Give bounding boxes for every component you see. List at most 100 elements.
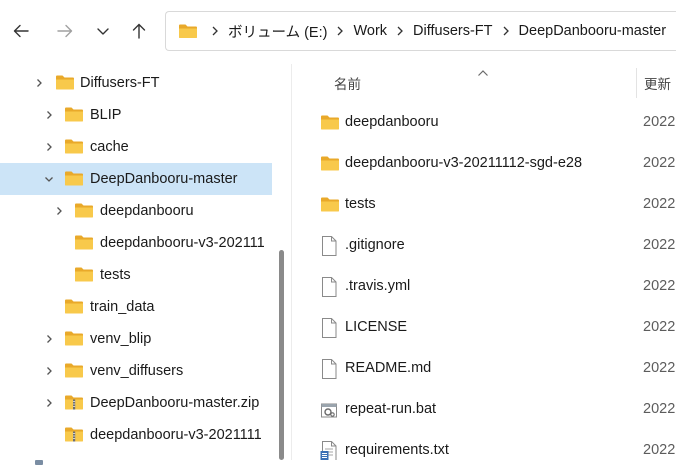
tree-item[interactable]: BLIP [0,99,272,131]
breadcrumb-separator-icon[interactable] [211,26,219,36]
file-name: LICENSE [345,319,408,335]
file-row[interactable]: README.md 2022 [292,352,676,386]
batch-file-icon [320,399,338,426]
column-resize-handle[interactable] [636,68,637,98]
tree-item-label: DeepDanbooru-master.zip [90,395,260,411]
tree-item[interactable]: tests [0,259,272,291]
column-header-date-modified[interactable]: 更新 [644,73,671,93]
document-icon [320,276,338,303]
navigation-bar: ボリューム (E:) Work Diffusers-FT DeepDanboor… [0,0,676,64]
tree-item-label: deepdanbooru-v3-202111 [100,235,265,251]
file-name: repeat-run.bat [345,401,437,417]
text-file-icon [320,440,338,460]
sort-ascending-icon [477,64,489,82]
file-name: tests [345,196,376,212]
tree-item[interactable]: deepdanbooru-v3-202111 [0,227,272,259]
file-name: .travis.yml [345,278,411,294]
arrow-up-icon [132,23,146,39]
file-date-modified: 2022 [643,401,676,417]
document-icon [320,317,338,344]
breadcrumb-separator-icon[interactable] [396,26,404,36]
breadcrumb-separator-icon[interactable] [336,26,344,36]
document-icon [320,358,338,385]
tree-item[interactable]: deepdanbooru-v3-2021111 [0,419,272,451]
file-date-modified: 2022 [643,278,676,294]
folder-icon [320,196,340,218]
folder-icon [64,330,84,352]
file-name: deepdanbooru [345,114,439,130]
file-name: README.md [345,360,432,376]
file-name: deepdanbooru-v3-20211112-sgd-e28 [345,155,583,171]
chevron-right-icon[interactable] [43,109,55,121]
folder-icon [320,155,340,177]
tree-item[interactable]: Diffusers-FT [0,67,272,99]
tree-item-label: deepdanbooru [100,203,194,219]
folder-icon [64,298,84,320]
forward-button[interactable] [50,16,80,46]
tree-item-label: train_data [90,299,155,315]
tree-item[interactable]: train_data [0,291,272,323]
folder-icon [64,362,84,384]
file-row[interactable]: deepdanbooru-v3-20211112-sgd-e28 2022 [292,147,676,181]
up-button[interactable] [124,16,154,46]
tree-item[interactable]: DeepDanbooru-master [0,163,272,195]
file-row[interactable]: .gitignore 2022 [292,229,676,263]
column-header-name[interactable]: 名前 [334,73,361,93]
file-row[interactable]: requirements.txt 2022 [292,434,676,460]
tree-item[interactable]: deepdanbooru [0,195,272,227]
tree-item-label: venv_diffusers [90,363,184,379]
file-row[interactable]: LICENSE 2022 [292,311,676,345]
file-date-modified: 2022 [643,442,676,458]
tree-item-label: DeepDanbooru-master [90,171,238,187]
file-name: requirements.txt [345,442,449,458]
tree-item-label: cache [90,139,129,155]
back-button[interactable] [6,16,36,46]
chevron-right-icon[interactable] [43,397,55,409]
tree-item[interactable]: venv_blip [0,323,272,355]
file-row[interactable]: tests 2022 [292,188,676,222]
file-row[interactable]: deepdanbooru 2022 [292,106,676,140]
folder-icon [55,74,75,96]
address-bar[interactable]: ボリューム (E:) Work Diffusers-FT DeepDanboor… [165,11,676,51]
tree-item-label: tests [100,267,131,283]
breadcrumb-diffusers-ft[interactable]: Diffusers-FT [413,23,493,39]
file-date-modified: 2022 [643,114,676,130]
folder-icon [74,234,94,256]
folder-icon [64,138,84,160]
chevron-right-icon[interactable] [53,205,65,217]
arrow-left-icon [13,24,29,38]
tree-item-label: Diffusers-FT [80,75,160,91]
folder-icon [320,114,340,136]
folder-icon [178,23,198,39]
file-list: 名前 更新 deepdanbooru 2022 deepdanbooru-v3-20… [292,64,676,460]
navigation-scrollbar-thumb[interactable] [279,250,284,460]
document-icon [320,235,338,262]
recent-locations-button[interactable] [88,16,118,46]
chevron-right-icon[interactable] [43,141,55,153]
chevron-right-icon[interactable] [43,333,55,345]
column-header: 名前 更新 [292,64,676,100]
folder-icon [64,170,84,192]
file-name: .gitignore [345,237,405,253]
tree-item[interactable]: venv_diffusers [0,355,272,387]
partial-drive-icon [34,452,44,465]
breadcrumb-separator-icon[interactable] [502,26,510,36]
navigation-pane: Diffusers-FT BLIP cache DeepDanbooru-master… [0,64,272,460]
file-row[interactable]: .travis.yml 2022 [292,270,676,304]
chevron-right-icon[interactable] [33,77,45,89]
file-date-modified: 2022 [643,237,676,253]
breadcrumb-deepdanbooru-master[interactable]: DeepDanbooru-master [519,23,667,39]
breadcrumb-volume[interactable]: ボリューム (E:) [228,21,327,42]
breadcrumb-work[interactable]: Work [353,23,387,39]
zip-folder-icon [64,426,84,448]
tree-item[interactable]: DeepDanbooru-master.zip [0,387,272,419]
zip-folder-icon [64,394,84,416]
chevron-right-icon[interactable] [43,365,55,377]
file-date-modified: 2022 [643,196,676,212]
chevron-down-icon [97,28,109,35]
arrow-right-icon [57,24,73,38]
file-row[interactable]: repeat-run.bat 2022 [292,393,676,427]
tree-item[interactable]: cache [0,131,272,163]
tree-item-label: BLIP [90,107,122,123]
chevron-down-icon[interactable] [43,173,55,185]
